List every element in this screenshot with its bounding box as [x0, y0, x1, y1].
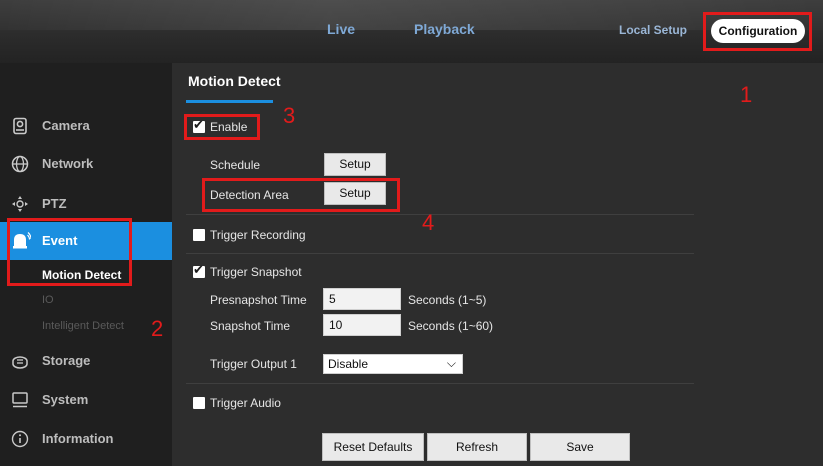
annotation-box-enable — [184, 114, 260, 140]
sidebar-item-label: Storage — [42, 353, 91, 368]
save-button[interactable]: Save — [530, 433, 630, 461]
ptz-icon — [11, 195, 29, 213]
sidebar-item-label: Network — [42, 156, 94, 171]
sidebar-item-storage[interactable]: Storage — [0, 342, 172, 380]
snapshot-time-label: Snapshot Time — [210, 319, 291, 333]
chevron-down-icon: ⌵ — [446, 356, 456, 370]
network-globe-icon — [11, 155, 29, 173]
info-icon — [11, 430, 29, 448]
sidebar-item-system[interactable]: System — [0, 381, 172, 419]
main-panel: Motion Detect Enable Schedule Setup Dete… — [172, 63, 823, 466]
sidebar-item-information[interactable]: Information — [0, 420, 172, 458]
trigger-output-label: Trigger Output 1 — [210, 357, 297, 371]
trigger-audio-label: Trigger Audio — [210, 396, 281, 410]
annotation-number-3: 3 — [283, 103, 296, 128]
divider — [186, 214, 694, 215]
nav-playback[interactable]: Playback — [414, 21, 475, 37]
sidebar-subitem-io[interactable]: IO — [42, 294, 54, 306]
snapshot-range-hint: Seconds (1~60) — [408, 319, 494, 333]
trigger-output-value: Disable — [328, 357, 369, 371]
annotation-box-event — [7, 218, 132, 286]
annotation-number-1: 1 — [740, 82, 753, 107]
snapshot-time-input[interactable]: 10 — [323, 314, 401, 336]
top-bar: Live Playback Local Setup Configuration — [0, 0, 823, 63]
sidebar-item-label: PTZ — [42, 196, 67, 211]
reset-defaults-button[interactable]: Reset Defaults — [322, 433, 424, 461]
title-underline — [186, 100, 273, 103]
sidebar-item-label: Camera — [42, 118, 90, 133]
trigger-snapshot-checkbox[interactable] — [193, 263, 205, 278]
divider — [186, 253, 694, 254]
camera-icon — [11, 117, 29, 135]
presnapshot-time-input[interactable]: 5 — [323, 288, 401, 310]
schedule-label: Schedule — [210, 158, 261, 172]
sidebar-item-label: Information — [42, 431, 114, 446]
presnapshot-range-hint: Seconds (1~5) — [408, 293, 487, 307]
monitor-icon — [11, 391, 29, 409]
sidebar-subitem-intelligent-detect[interactable]: Intelligent Detect — [42, 320, 124, 332]
trigger-snapshot-label: Trigger Snapshot — [210, 265, 302, 279]
sidebar-item-camera[interactable]: Camera — [0, 107, 172, 145]
sidebar-item-label: System — [42, 392, 89, 407]
trigger-recording-checkbox[interactable] — [193, 229, 205, 241]
page-title: Motion Detect — [188, 73, 281, 89]
annotation-number-4: 4 — [422, 210, 435, 235]
annotation-box-configuration — [703, 12, 812, 51]
refresh-button[interactable]: Refresh — [427, 433, 527, 461]
annotation-box-detection-area — [202, 178, 400, 212]
divider — [186, 383, 694, 384]
trigger-recording-label: Trigger Recording — [210, 228, 306, 242]
annotation-number-2: 2 — [151, 316, 164, 341]
trigger-audio-checkbox[interactable] — [193, 397, 205, 409]
trigger-output-select[interactable]: Disable ⌵ — [323, 354, 463, 374]
nav-local-setup[interactable]: Local Setup — [619, 23, 687, 37]
presnapshot-time-label: Presnapshot Time — [210, 293, 307, 307]
nav-live[interactable]: Live — [327, 21, 355, 37]
storage-icon — [11, 352, 29, 370]
top-bar-glow — [0, 0, 823, 30]
sidebar-item-network[interactable]: Network — [0, 145, 172, 183]
schedule-setup-button[interactable]: Setup — [324, 153, 386, 176]
